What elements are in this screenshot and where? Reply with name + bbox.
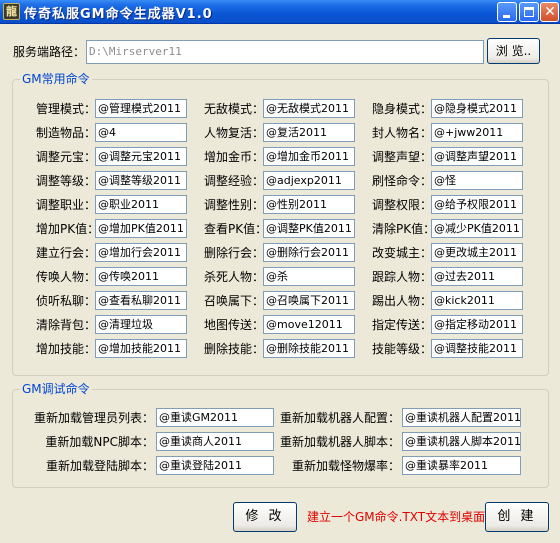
gm-command-field[interactable]: @adjexp2011 (263, 171, 355, 190)
gm-debug-field[interactable]: @重读暴率2011 (402, 456, 521, 475)
maximize-button[interactable] (519, 2, 539, 22)
gm-command-field[interactable]: @性别2011 (263, 195, 355, 214)
gm-command-field[interactable]: @隐身模式2011 (431, 99, 523, 118)
gm-command-field[interactable]: @减少PK值2011 (431, 219, 523, 238)
gm-command-label: 侦听私聊： (36, 294, 97, 308)
gm-debug-field[interactable]: @重读机器人配置2011 (402, 408, 521, 427)
gm-command-field[interactable]: @无敌模式2011 (263, 99, 355, 118)
gm-debug-label: 重新加载管理员列表： (33, 411, 154, 425)
gm-command-field[interactable]: @怪 (431, 171, 523, 190)
gm-command-label: 调整声望： (372, 150, 433, 164)
gm-command-label: 管理模式： (36, 102, 97, 116)
gm-command-field[interactable]: @给予权限2011 (431, 195, 523, 214)
gm-command-label: 调整元宝： (36, 150, 97, 164)
maximize-icon (524, 7, 534, 17)
browse-button[interactable]: 浏 览.. (487, 38, 540, 64)
gm-debug-field[interactable]: @重读GM2011 (156, 408, 274, 427)
gm-command-field[interactable]: @指定移动2011 (431, 315, 523, 334)
gm-debug-label: 重新加载怪物爆率： (291, 459, 400, 473)
gm-command-field[interactable]: @更改城主2011 (431, 243, 523, 262)
gm-command-field[interactable]: @调整等级2011 (95, 171, 187, 190)
gm-command-field[interactable]: @+jww2011 (431, 123, 523, 142)
desktop-note: 建立一个GM命令.TXT文本到桌面 (307, 510, 486, 524)
gm-command-label: 召唤属下： (204, 294, 265, 308)
gm-debug-field[interactable]: @重读机器人脚本2011 (402, 432, 521, 451)
create-button[interactable]: 创 建 (485, 502, 549, 532)
gm-command-label: 隐身模式： (372, 102, 433, 116)
gm-command-field[interactable]: @清理垃圾 (95, 315, 187, 334)
modify-button[interactable]: 修 改 (233, 502, 297, 532)
gm-command-label: 刷怪命令： (372, 174, 433, 188)
gm-debug-field[interactable]: @重读商人2011 (156, 432, 274, 451)
main-window: 龍 传奇私服GM命令生成器V1.0 ✕ 服务端路径： D:\Mirserver1… (0, 0, 560, 543)
gm-command-field[interactable]: @管理模式2011 (95, 99, 187, 118)
gm-debug-label: 重新加载机器人脚本： (279, 435, 400, 449)
gm-command-field[interactable]: @过去2011 (431, 267, 523, 286)
gm-command-label: 制造物品： (36, 126, 97, 140)
gm-command-field[interactable]: @4 (95, 123, 187, 142)
minimize-button[interactable] (497, 2, 517, 22)
gm-command-field[interactable]: @调整声望2011 (431, 147, 523, 166)
gm-command-field[interactable]: @删除技能2011 (263, 339, 355, 358)
gm-command-field[interactable]: @move12011 (263, 315, 355, 334)
gm-command-field[interactable]: @复活2011 (263, 123, 355, 142)
gm-command-field[interactable]: @增加行会2011 (95, 243, 187, 262)
gm-command-label: 地图传送： (204, 318, 265, 332)
gm-command-field[interactable]: @增加PK值2011 (95, 219, 187, 238)
gm-command-label: 跟踪人物： (372, 270, 433, 284)
gm-command-label: 踢出人物： (372, 294, 433, 308)
gm-command-label: 调整权限： (372, 198, 433, 212)
gm-command-field[interactable]: @调整技能2011 (431, 339, 523, 358)
gm-command-field[interactable]: @kick2011 (431, 291, 523, 310)
gm-command-field[interactable]: @增加技能2011 (95, 339, 187, 358)
gm-command-field[interactable]: @增加金币2011 (263, 147, 355, 166)
gm-debug-field[interactable]: @重读登陆2011 (156, 456, 274, 475)
gm-command-label: 删除行会： (204, 246, 265, 260)
gm-command-label: 清除背包： (36, 318, 97, 332)
gm-command-label: 调整经验： (204, 174, 265, 188)
server-path-label: 服务端路径： (13, 45, 86, 59)
gm-command-label: 调整性别： (204, 198, 265, 212)
gm-command-label: 杀死人物： (204, 270, 265, 284)
gm-command-label: 清除PK值： (372, 222, 436, 236)
gm-debug-legend: GM调试命令 (20, 381, 92, 397)
close-button[interactable]: ✕ (540, 2, 559, 22)
gm-command-field[interactable]: @召唤属下2011 (263, 291, 355, 310)
gm-command-field[interactable]: @职业2011 (95, 195, 187, 214)
gm-command-label: 建立行会： (36, 246, 97, 260)
gm-command-label: 传唤人物： (36, 270, 97, 284)
gm-commands-legend: GM常用命令 (20, 71, 92, 87)
gm-debug-label: 重新加载NPC脚本： (45, 435, 154, 449)
gm-command-label: 增加PK值： (36, 222, 100, 236)
gm-command-label: 调整职业： (36, 198, 97, 212)
gm-command-label: 人物复活： (204, 126, 265, 140)
close-icon: ✕ (544, 4, 556, 20)
gm-command-label: 技能等级： (372, 342, 433, 356)
server-path-field[interactable]: D:\Mirserver11 (86, 40, 484, 64)
gm-command-label: 删除技能： (204, 342, 265, 356)
gm-command-label: 查看PK值： (204, 222, 268, 236)
gm-command-label: 增加金币： (204, 150, 265, 164)
gm-command-label: 无敌模式： (204, 102, 265, 116)
gm-command-field[interactable]: @调整元宝2011 (95, 147, 187, 166)
gm-command-field[interactable]: @查看私聊2011 (95, 291, 187, 310)
gm-command-field[interactable]: @调整PK值2011 (263, 219, 355, 238)
gm-command-field[interactable]: @删除行会2011 (263, 243, 355, 262)
app-icon: 龍 (3, 3, 20, 20)
title-bar[interactable]: 龍 传奇私服GM命令生成器V1.0 ✕ (0, 0, 560, 24)
gm-debug-label: 重新加载机器人配置： (279, 411, 400, 425)
gm-command-label: 调整等级： (36, 174, 97, 188)
gm-command-label: 增加技能： (36, 342, 97, 356)
gm-command-field[interactable]: @杀 (263, 267, 355, 286)
minimize-icon (503, 15, 510, 18)
gm-command-label: 指定传送： (372, 318, 433, 332)
gm-command-field[interactable]: @传唤2011 (95, 267, 187, 286)
gm-debug-label: 重新加载登陆脚本： (45, 459, 154, 473)
window-title: 传奇私服GM命令生成器V1.0 (24, 7, 213, 22)
gm-command-label: 封人物名： (372, 126, 433, 140)
gm-command-label: 改变城主： (372, 246, 433, 260)
